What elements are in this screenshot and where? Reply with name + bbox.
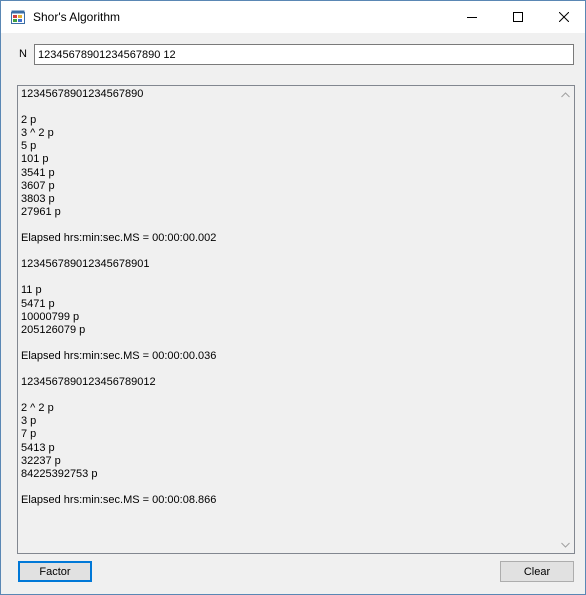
chevron-down-icon — [561, 539, 570, 551]
chevron-up-icon — [561, 89, 570, 101]
output-line: 2 ^ 2 p — [21, 402, 54, 415]
close-button[interactable] — [541, 1, 586, 33]
output-line: 32237 p — [21, 454, 61, 467]
window-title: Shor's Algorithm — [33, 10, 120, 24]
output-line: 2 p — [21, 114, 37, 127]
minimize-icon — [467, 12, 477, 22]
factor-button[interactable]: Factor — [18, 561, 92, 582]
output-line: 3803 p — [21, 192, 55, 205]
output-textbox[interactable]: 12345678901234567890 2 p3 ^ 2 p5 p 101 p3… — [17, 85, 575, 554]
app-window-icon — [11, 10, 25, 24]
output-line: 7 p — [21, 428, 37, 441]
output-line: 3 ^ 2 p — [21, 127, 54, 140]
title-bar[interactable]: Shor's Algorithm — [1, 1, 585, 33]
n-input[interactable] — [34, 44, 574, 65]
scroll-up-button[interactable] — [557, 86, 574, 103]
scroll-down-button[interactable] — [557, 536, 574, 553]
output-line: 5413 p — [21, 441, 55, 454]
output-line: 1234567890123456789012 — [21, 376, 156, 389]
output-line: Elapsed hrs:min:sec.MS = 00:00:08.866 — [21, 493, 217, 506]
output-line: 11 p — [21, 284, 42, 297]
output-line: 5 p — [21, 140, 37, 153]
output-line: 10000799 p — [21, 310, 80, 323]
clear-button[interactable]: Clear — [500, 561, 574, 582]
output-line: 5471 p — [21, 297, 55, 310]
output-line: Elapsed hrs:min:sec.MS = 00:00:00.002 — [21, 232, 217, 245]
maximize-icon — [513, 12, 523, 22]
vertical-scrollbar[interactable] — [557, 86, 574, 553]
output-text: 12345678901234567890 2 p3 ^ 2 p5 p 101 p3… — [21, 88, 551, 507]
output-line: 27961 p — [21, 205, 61, 218]
output-line: 123456789012345678901 — [21, 258, 150, 271]
output-line: 3607 p — [21, 179, 55, 192]
maximize-button[interactable] — [495, 1, 541, 33]
output-line: 101 p — [21, 153, 49, 166]
output-line: Elapsed hrs:min:sec.MS = 00:00:00.036 — [21, 349, 217, 362]
output-line: 12345678901234567890 — [21, 88, 144, 100]
app-window: Shor's Algorithm N 12345678901234567890 … — [0, 0, 586, 595]
close-icon — [559, 12, 569, 22]
output-line: 84225392753 p — [21, 467, 98, 480]
n-label: N — [19, 48, 27, 60]
minimize-button[interactable] — [449, 1, 495, 33]
output-line: 3541 p — [21, 166, 55, 179]
output-line: 205126079 p — [21, 323, 86, 336]
output-line: 3 p — [21, 415, 37, 428]
